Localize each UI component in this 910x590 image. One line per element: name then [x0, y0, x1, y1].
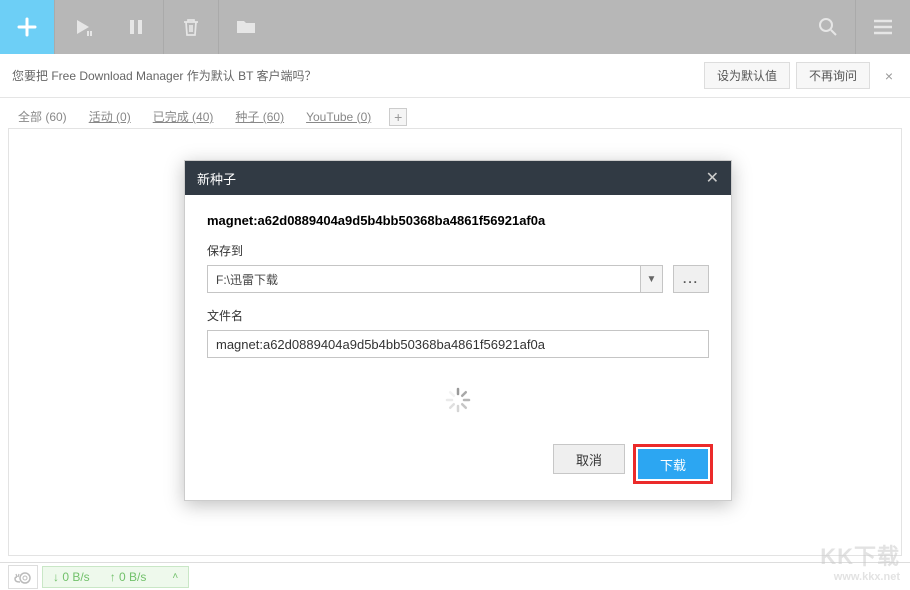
cancel-button[interactable]: 取消	[553, 444, 625, 474]
filename-label: 文件名	[207, 307, 709, 324]
loading-spinner-icon	[207, 372, 709, 428]
dialog-header: 新种子 ✕	[185, 161, 731, 195]
upload-speed: ↑ 0 B/s	[110, 570, 147, 584]
delete-button[interactable]	[164, 0, 218, 54]
save-path-select[interactable]: F:\迅雷下载 ▼	[207, 265, 663, 293]
tab-completed[interactable]: 已完成 (40)	[149, 106, 218, 127]
filename-input[interactable]	[207, 330, 709, 358]
download-speed: ↓ 0 B/s	[53, 570, 90, 584]
tab-active[interactable]: 活动 (0)	[85, 106, 135, 127]
start-button[interactable]	[55, 0, 109, 54]
folder-button[interactable]	[219, 0, 273, 54]
chevron-down-icon[interactable]: ▼	[640, 266, 662, 292]
chevron-up-icon: ˄	[172, 571, 178, 582]
save-path-value: F:\迅雷下载	[208, 266, 640, 292]
close-icon[interactable]: ×	[880, 68, 898, 84]
magnet-link-text: magnet:a62d0889404a9d5b4bb50368ba4861f56…	[207, 213, 709, 228]
search-button[interactable]	[801, 0, 855, 54]
download-button-highlight: 下载	[633, 444, 713, 484]
no-ask-button[interactable]: 不再询问	[796, 62, 870, 89]
add-button[interactable]	[0, 0, 54, 54]
add-tab-button[interactable]: +	[389, 108, 407, 126]
snail-mode-button[interactable]	[8, 565, 38, 589]
save-to-label: 保存到	[207, 242, 709, 259]
pause-button[interactable]	[109, 0, 163, 54]
speed-status[interactable]: ↓ 0 B/s ↑ 0 B/s ˄	[42, 566, 189, 588]
dialog-footer: 取消 下载	[185, 434, 731, 500]
tab-youtube[interactable]: YouTube (0)	[302, 108, 375, 126]
main-toolbar	[0, 0, 910, 54]
banner-text: 您要把 Free Download Manager 作为默认 BT 客户端吗？	[12, 67, 698, 84]
default-client-banner: 您要把 Free Download Manager 作为默认 BT 客户端吗？ …	[0, 54, 910, 98]
browse-button[interactable]: ...	[673, 265, 709, 293]
tab-torrents[interactable]: 种子 (60)	[231, 106, 288, 127]
dialog-title: 新种子	[197, 169, 706, 188]
download-button[interactable]: 下载	[638, 449, 708, 479]
set-default-button[interactable]: 设为默认值	[704, 62, 790, 89]
close-icon[interactable]: ✕	[706, 168, 719, 188]
status-bar: ↓ 0 B/s ↑ 0 B/s ˄	[0, 562, 910, 590]
tab-all[interactable]: 全部 (60)	[14, 106, 71, 127]
new-torrent-dialog: 新种子 ✕ magnet:a62d0889404a9d5b4bb50368ba4…	[184, 160, 732, 501]
menu-button[interactable]	[856, 0, 910, 54]
